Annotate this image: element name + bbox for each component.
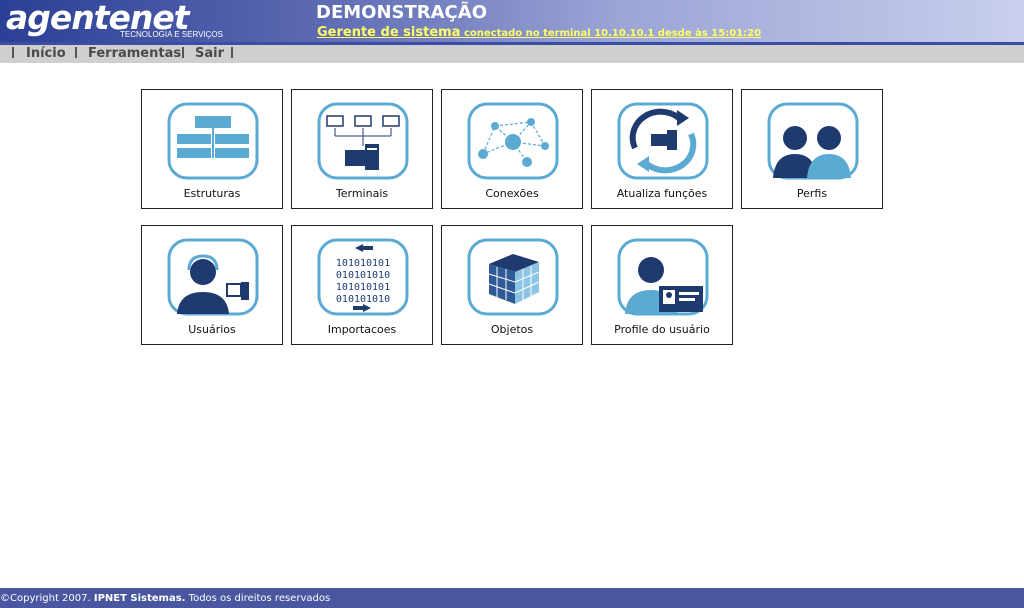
menu-separator	[75, 47, 77, 58]
refresh-computer-icon	[617, 102, 709, 180]
tile-label: Conexões	[485, 187, 539, 200]
tile-label: Atualiza funções	[616, 187, 708, 200]
menu-item-sair[interactable]: Sair	[195, 46, 224, 61]
tile-profile-do-usuario[interactable]: Profile do usuário	[591, 225, 733, 345]
user-headset-icon	[167, 238, 259, 316]
tile-conexoes[interactable]: Conexões	[441, 89, 583, 209]
network-icon	[467, 102, 559, 180]
menu-separator	[231, 47, 233, 58]
binary-line: 010101010	[336, 270, 390, 281]
tile-label: Importacoes	[327, 323, 397, 336]
tile-perfis[interactable]: Perfis	[741, 89, 883, 209]
tile-terminais[interactable]: Terminais	[291, 89, 433, 209]
menu-item-ferramentas[interactable]: Ferramentas	[88, 46, 181, 61]
binary-line: 101010101	[336, 282, 390, 293]
terminals-icon	[317, 102, 409, 180]
people-icon	[767, 102, 859, 180]
tile-importacoes[interactable]: 101010101 010101010 101010101 010101010 …	[291, 225, 433, 345]
tile-usuarios[interactable]: Usuários	[141, 225, 283, 345]
tile-label: Profile do usuário	[614, 323, 710, 336]
footer-bar: ©Copyright 2007. IPNET Sistemas. Todos o…	[0, 588, 1024, 608]
user-role: Gerente de sistema	[317, 25, 461, 40]
binary-import-icon: 101010101 010101010 101010101 010101010	[317, 238, 409, 316]
tile-estruturas[interactable]: Estruturas	[141, 89, 283, 209]
agentenet-logo[interactable]: agentenet TECNOLOGIA E SERVIÇOS	[6, 0, 223, 40]
header-bar: agentenet TECNOLOGIA E SERVIÇOS DEMONSTR…	[0, 0, 1024, 42]
user-id-card-icon	[617, 238, 709, 316]
connection-info: conectado no terminal 10.10.10.1 desde à…	[460, 28, 762, 39]
tile-label: Objetos	[490, 323, 534, 336]
cube-icon	[467, 238, 559, 316]
logo-tagline: TECNOLOGIA E SERVIÇOS	[120, 30, 223, 39]
menu-bar: Início Ferramentas Sair	[0, 45, 1024, 63]
copyright-text: ©Copyright 2007. IPNET Sistemas. Todos o…	[0, 593, 331, 604]
page-title: DEMONSTRAÇÃO	[316, 2, 487, 23]
menu-separator	[182, 47, 184, 58]
menu-item-inicio[interactable]: Início	[26, 46, 66, 61]
tile-label: Estruturas	[183, 187, 241, 200]
session-info: Gerente de sistema conectado no terminal…	[317, 21, 761, 40]
tile-label: Terminais	[335, 187, 389, 200]
binary-line: 101010101	[336, 258, 390, 269]
tile-label: Perfis	[796, 187, 828, 200]
tile-atualiza-funcoes[interactable]: Atualiza funções	[591, 89, 733, 209]
tile-label: Usuários	[188, 323, 236, 336]
binary-line: 010101010	[336, 294, 390, 305]
structure-icon	[167, 102, 259, 180]
tile-objetos[interactable]: Objetos	[441, 225, 583, 345]
menu-separator	[12, 47, 14, 58]
